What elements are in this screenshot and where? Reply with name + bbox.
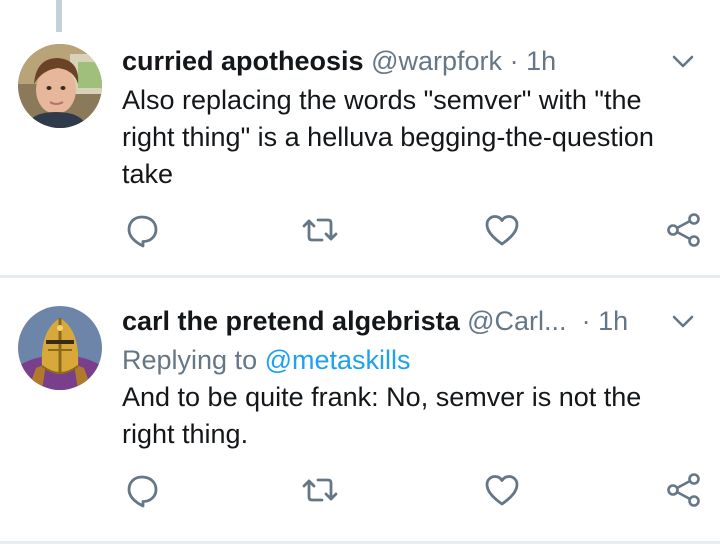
retweet-icon[interactable]	[300, 210, 340, 250]
separator-dot: ·	[509, 46, 519, 76]
mention-link[interactable]: @metaskills	[265, 345, 411, 375]
avatar-golden-helmet	[18, 306, 102, 390]
retweet-icon[interactable]	[300, 470, 340, 510]
tweet-text: Also replacing the words "semver" with "…	[122, 85, 654, 189]
share-icon[interactable]	[664, 470, 704, 510]
tweet-feed: curried apotheosis @warpfork · 1h Also r…	[0, 0, 720, 544]
replying-to: Replying to @metaskills	[122, 342, 411, 379]
tweet-text: And to be quite frank: No, semver is not…	[122, 382, 642, 449]
avatar-photo-person	[18, 44, 102, 128]
chevron-down-icon[interactable]	[668, 46, 698, 76]
avatar[interactable]	[18, 44, 102, 128]
tweet-header: curried apotheosis @warpfork · 1h	[122, 42, 700, 80]
reply-icon[interactable]	[122, 470, 162, 510]
action-bar	[0, 210, 720, 250]
display-name[interactable]: curried apotheosis	[122, 46, 364, 76]
replying-to-label: Replying to	[122, 345, 258, 375]
timestamp[interactable]: 1h	[526, 46, 556, 76]
separator-dot: ·	[581, 306, 591, 336]
user-handle[interactable]: @Carl...	[467, 306, 566, 336]
display-name[interactable]: carl the pretend algebrista	[122, 306, 460, 336]
heart-icon[interactable]	[482, 210, 522, 250]
chevron-down-icon[interactable]	[668, 306, 698, 336]
reply-icon[interactable]	[122, 210, 162, 250]
heart-icon[interactable]	[482, 470, 522, 510]
avatar[interactable]	[18, 306, 102, 390]
tweet-header: carl the pretend algebrista @Carl... · 1…	[122, 302, 700, 340]
user-handle[interactable]: @warpfork	[371, 46, 502, 76]
action-bar	[0, 470, 720, 510]
tweet-card[interactable]: carl the pretend algebrista @Carl... · 1…	[0, 278, 720, 544]
timestamp[interactable]: 1h	[598, 306, 628, 336]
share-icon[interactable]	[664, 210, 704, 250]
tweet-card[interactable]: curried apotheosis @warpfork · 1h Also r…	[0, 0, 720, 276]
